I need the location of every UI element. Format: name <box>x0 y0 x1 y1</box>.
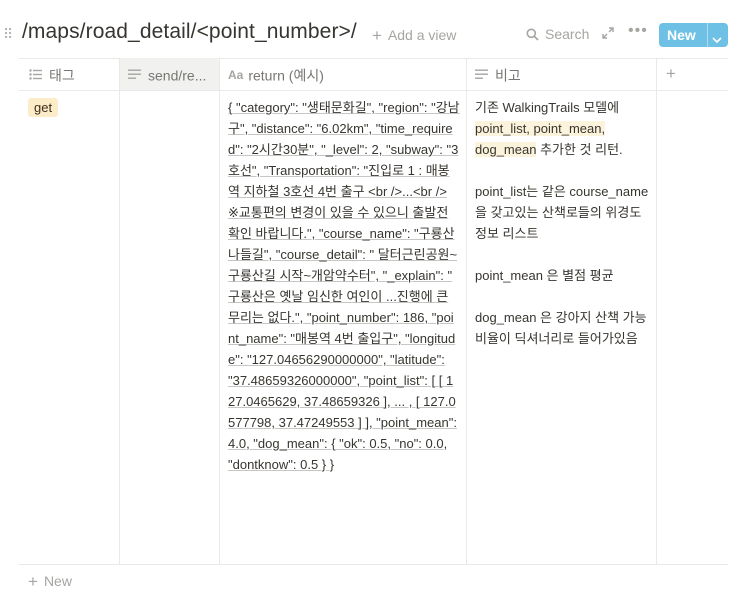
add-view-button[interactable]: + Add a view <box>372 26 456 46</box>
return-example-text: { "category": "생태문화길", "region": "강남구", … <box>228 100 460 472</box>
column-divider <box>219 58 220 564</box>
new-button-label: New <box>667 27 696 43</box>
title-icon: Aa <box>228 68 244 83</box>
tag-badge[interactable]: get <box>28 98 59 117</box>
add-row-button[interactable]: + New <box>28 572 72 592</box>
note-text: 추가한 것 리턴. <box>536 142 623 157</box>
note-text: 기존 WalkingTrails 모델에 <box>475 100 620 115</box>
new-button-divider <box>707 23 708 47</box>
add-view-label: Add a view <box>387 27 457 43</box>
text-icon <box>128 59 141 90</box>
column-divider <box>466 58 467 564</box>
text-icon <box>475 59 488 90</box>
note-paragraph: 기존 WalkingTrails 모델에 point_list, point_m… <box>475 97 651 160</box>
add-column-plus-icon[interactable]: + <box>666 64 676 84</box>
column-header-note[interactable]: 비고 <box>475 58 655 90</box>
column-header-label: send/re... <box>148 67 207 84</box>
column-header-send[interactable]: send/re... <box>128 58 218 90</box>
search-button[interactable]: Search <box>526 26 589 42</box>
more-options-icon[interactable]: ••• <box>628 22 648 40</box>
list-icon <box>29 59 42 90</box>
add-row-label: New <box>43 573 72 589</box>
column-divider <box>119 58 120 564</box>
table-row[interactable]: get <box>28 97 59 118</box>
column-header-return[interactable]: Aa return (예시) <box>228 58 464 90</box>
plus-icon: + <box>372 26 382 45</box>
header-bar: ⠿ /maps/road_detail/<point_number>/ + Add… <box>0 14 740 58</box>
column-header-label: 태그 <box>49 67 75 84</box>
search-label: Search <box>545 26 590 42</box>
expand-icon[interactable] <box>602 26 614 44</box>
column-header-label: 비고 <box>495 67 521 84</box>
note-paragraph: dog_mean 은 강아지 산책 가능 비율이 딕셔너리로 들어가있음 <box>475 310 647 346</box>
drag-handle-icon[interactable]: ⠿ <box>3 24 15 44</box>
chevron-down-icon[interactable] <box>712 31 722 47</box>
header-bottom-border <box>19 90 728 91</box>
plus-icon: + <box>28 572 38 591</box>
row-bottom-border <box>19 564 728 565</box>
note-paragraph: point_mean 은 별점 평균 <box>475 268 614 283</box>
new-button[interactable]: New <box>659 23 728 47</box>
column-header-tag[interactable]: 태그 <box>29 58 117 90</box>
note-cell[interactable]: 기존 WalkingTrails 모델에 point_list, point_m… <box>475 97 651 370</box>
search-icon <box>526 28 539 41</box>
note-paragraph: point_list는 같은 course_name을 갖고있는 산책로들의 위… <box>475 184 649 241</box>
column-header-label: return (예시) <box>248 67 324 84</box>
return-cell[interactable]: { "category": "생태문화길", "region": "강남구", … <box>228 97 460 475</box>
page-title: /maps/road_detail/<point_number>/ <box>22 20 357 43</box>
column-divider <box>656 58 657 564</box>
